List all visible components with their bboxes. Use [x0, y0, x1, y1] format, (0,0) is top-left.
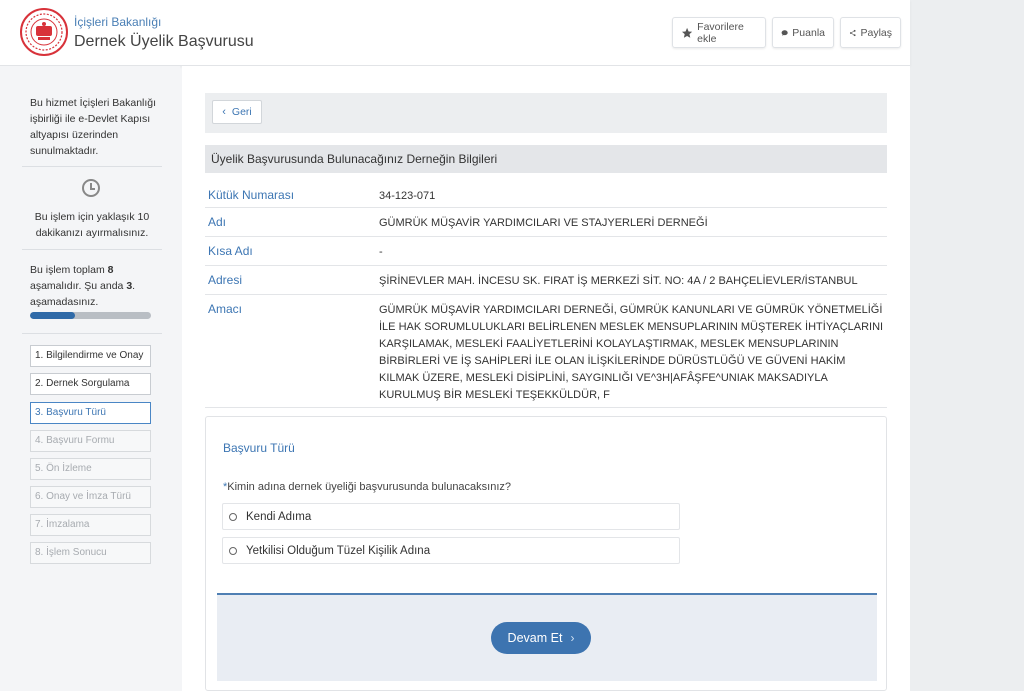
info-row-address: Adresi ŞİRİNEVLER MAH. İNCESU SK. FIRAT … [205, 266, 887, 295]
info-label: Kütük Numarası [208, 188, 295, 202]
question-text: *Kimin adına dernek üyeliği başvurusunda… [223, 481, 512, 493]
share-label: Paylaş [860, 26, 892, 39]
info-row-short-name: Kısa Adı - [205, 237, 887, 266]
header: İçişleri Bakanlığı Dernek Üyelik Başvuru… [0, 0, 910, 66]
back-button[interactable]: ‹ Geri [212, 100, 262, 124]
page-background-right [910, 0, 1024, 691]
continue-button[interactable]: Devam Et › [491, 622, 591, 654]
share-icon [849, 29, 856, 36]
continue-label: Devam Et [507, 631, 563, 645]
step-1[interactable]: 1. Bilgilendirme ve Onay [30, 345, 151, 367]
chevron-right-icon: › [570, 631, 575, 645]
card-title: Başvuru Türü [223, 441, 295, 455]
info-label: Amacı [208, 302, 243, 316]
back-label: Geri [231, 106, 252, 118]
favorite-label: Favorilere ekle [697, 20, 744, 45]
star-icon [682, 27, 693, 38]
application-type-card: Başvuru Türü *Kimin adına dernek üyeliği… [205, 416, 887, 691]
chevron-left-icon: ‹ [222, 106, 226, 118]
clock-icon [82, 179, 100, 197]
progress-bar [30, 312, 151, 319]
main-content: ‹ Geri Üyelik Başvurusunda Bulunacağınız… [182, 66, 910, 691]
action-footer: Devam Et › [217, 593, 877, 681]
info-label: Kısa Adı [208, 244, 253, 258]
info-row-name: Adı GÜMRÜK MÜŞAVİR YARDIMCILARI VE STAJY… [205, 208, 887, 237]
ministry-name[interactable]: İçişleri Bakanlığı [74, 15, 161, 29]
section-title: Üyelik Başvurusunda Bulunacağınız Derneğ… [205, 145, 887, 173]
info-value: GÜMRÜK MÜŞAVİR YARDIMCILARI VE STAJYERLE… [379, 217, 708, 229]
step-5: 5. Ön İzleme [30, 458, 151, 480]
radio-button[interactable] [229, 546, 237, 555]
steps-total: 8 [107, 264, 114, 276]
divider [22, 166, 162, 167]
option-label: Kendi Adıma [246, 510, 312, 523]
step-6: 6. Onay ve İmza Türü [30, 486, 151, 508]
step-7: 7. İmzalama [30, 514, 151, 536]
info-value: 34-123-071 [379, 190, 436, 202]
info-value: GÜMRÜK MÜŞAVİR YARDIMCILARI DERNEĞİ, GÜM… [379, 304, 884, 401]
step-3[interactable]: 3. Başvuru Türü [30, 402, 151, 424]
estimated-time-text: Bu işlem için yaklaşık 10 dakikanızı ayı… [34, 211, 150, 239]
ministry-seal-icon[interactable] [20, 8, 68, 56]
step-status-text: Bu işlem toplam 8 aşamalıdır. Şu anda 3.… [30, 264, 136, 308]
divider [22, 333, 162, 334]
progress-bar-fill [30, 312, 76, 319]
favorite-button[interactable]: Favorilere ekle [672, 17, 766, 48]
rate-label: Puanla [792, 26, 825, 39]
page-title: Dernek Üyelik Başvurusu [74, 33, 254, 50]
step-4: 4. Başvuru Formu [30, 430, 151, 452]
radio-button[interactable] [229, 512, 237, 521]
step-2[interactable]: 2. Dernek Sorgulama [30, 373, 151, 395]
sidebar: Bu hizmet İçişleri Bakanlığı işbirliği i… [0, 66, 180, 691]
info-label: Adresi [208, 273, 243, 287]
share-button[interactable]: Paylaş [840, 17, 901, 48]
option-label: Yetkilisi Olduğum Tüzel Kişilik Adına [246, 544, 431, 557]
info-value: ŞİRİNEVLER MAH. İNCESU SK. FIRAT İŞ MERK… [379, 275, 858, 287]
rate-button[interactable]: Puanla [772, 17, 834, 48]
speech-bubble-icon [781, 29, 788, 36]
info-row-registry-number: Kütük Numarası 34-123-071 [205, 181, 887, 208]
info-label: Adı [208, 215, 227, 229]
option-self[interactable]: Kendi Adıma [222, 503, 680, 530]
service-info-text: Bu hizmet İçişleri Bakanlığı işbirliği i… [30, 97, 157, 157]
info-value: - [379, 246, 383, 258]
divider [22, 249, 162, 250]
option-legal-entity[interactable]: Yetkilisi Olduğum Tüzel Kişilik Adına [222, 537, 680, 564]
info-row-purpose: Amacı GÜMRÜK MÜŞAVİR YARDIMCILARI DERNEĞ… [205, 295, 887, 408]
back-bar: ‹ Geri [205, 93, 887, 133]
step-8: 8. İşlem Sonucu [30, 542, 151, 564]
